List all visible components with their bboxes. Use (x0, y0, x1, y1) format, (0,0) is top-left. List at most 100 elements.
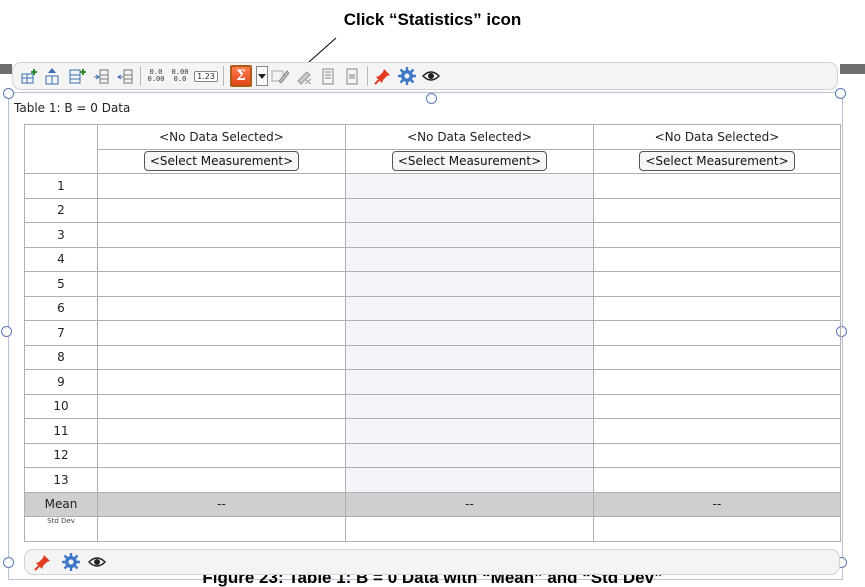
corner-cell (24, 124, 98, 174)
align-middle-icon[interactable] (342, 66, 362, 86)
decrease-decimal-icon[interactable]: 0.00 0.0 (170, 66, 190, 86)
data-cell[interactable] (593, 320, 841, 346)
data-cell[interactable] (593, 369, 841, 395)
data-cell[interactable] (97, 271, 346, 297)
resize-handle-left[interactable] (1, 326, 12, 337)
insert-column-after-icon[interactable] (115, 66, 135, 86)
data-cell[interactable] (345, 271, 594, 297)
data-cell[interactable] (345, 369, 594, 395)
data-cell[interactable] (345, 222, 594, 248)
data-cell[interactable] (97, 197, 346, 223)
clear-icon[interactable] (294, 66, 314, 86)
align-top-icon[interactable] (318, 66, 338, 86)
add-column-icon[interactable] (67, 66, 87, 86)
callout-text: Click “Statistics” icon (343, 10, 522, 29)
settings-icon[interactable] (61, 552, 81, 572)
insert-column-before-icon[interactable] (91, 66, 111, 86)
data-cell[interactable] (593, 344, 841, 370)
mean-row: Mean -- -- -- (24, 491, 841, 517)
data-cell[interactable] (97, 344, 346, 370)
select-measurement-button[interactable]: <Select Measurement> (639, 151, 795, 172)
stddev-value[interactable] (97, 516, 346, 542)
row-number: 5 (24, 271, 98, 297)
pin-icon[interactable] (373, 66, 393, 86)
data-cell[interactable] (97, 369, 346, 395)
row-number: 3 (24, 222, 98, 248)
table-row: 3 (24, 222, 841, 248)
mean-value: -- (593, 491, 841, 517)
column-header: <No Data Selected> (345, 124, 594, 150)
data-cell[interactable] (345, 442, 594, 468)
data-cell[interactable] (97, 295, 346, 321)
data-cell[interactable] (593, 467, 841, 493)
data-cell[interactable] (345, 344, 594, 370)
data-cell[interactable] (97, 418, 346, 444)
table-toolbar: 0.0 0.00 0.00 0.0 1.23 Σ (12, 62, 838, 90)
resize-handle-top[interactable] (426, 93, 437, 104)
resize-handle-bottom-left[interactable] (3, 557, 14, 568)
resize-handle-top-left[interactable] (3, 88, 14, 99)
pin-icon[interactable] (33, 552, 53, 572)
visibility-icon[interactable] (421, 66, 441, 86)
data-cell[interactable] (593, 393, 841, 419)
edit-icon[interactable] (270, 66, 290, 86)
data-cell[interactable] (593, 295, 841, 321)
data-cell[interactable] (345, 295, 594, 321)
data-cell[interactable] (345, 320, 594, 346)
data-cell[interactable] (97, 442, 346, 468)
table-row: 5 (24, 271, 841, 297)
select-measurement-button[interactable]: <Select Measurement> (391, 151, 548, 172)
table-title: Table 1: B = 0 Data (14, 101, 131, 115)
data-cell[interactable] (593, 197, 841, 223)
data-cell[interactable] (345, 393, 594, 419)
select-measurement-cell: <Select Measurement> (97, 148, 346, 174)
data-cell[interactable] (345, 467, 594, 493)
data-cell[interactable] (593, 246, 841, 272)
statistics-dropdown-icon[interactable] (256, 66, 268, 86)
stddev-value[interactable] (593, 516, 841, 542)
row-number: 10 (24, 393, 98, 419)
data-cell[interactable] (345, 197, 594, 223)
data-cell[interactable] (97, 246, 346, 272)
data-cell[interactable] (593, 173, 841, 199)
number-format-icon[interactable]: 1.23 (194, 66, 218, 86)
statistics-icon[interactable]: Σ (229, 65, 253, 87)
resize-handle-top-right[interactable] (835, 88, 846, 99)
data-cell[interactable] (345, 246, 594, 272)
add-row-icon[interactable] (19, 66, 39, 86)
row-number: 4 (24, 246, 98, 272)
data-rows: 1 2 3 4 5 6 7 8 9 10 11 12 13 (24, 173, 841, 493)
data-cell[interactable] (593, 271, 841, 297)
data-cell[interactable] (593, 222, 841, 248)
table-row: 10 (24, 393, 841, 419)
data-cell[interactable] (97, 467, 346, 493)
select-measurement-button[interactable]: <Select Measurement> (143, 151, 300, 172)
stddev-label: Std Dev (24, 516, 98, 542)
figure-caption: Figure 23: Table 1: B = 0 Data with “Mea… (0, 575, 865, 587)
data-cell[interactable] (97, 393, 346, 419)
stddev-value[interactable] (345, 516, 594, 542)
column-header: <No Data Selected> (97, 124, 346, 150)
data-cell[interactable] (97, 173, 346, 199)
row-number: 6 (24, 295, 98, 321)
data-cell[interactable] (345, 173, 594, 199)
table-row: 8 (24, 344, 841, 370)
stddev-row: Std Dev (24, 516, 841, 542)
row-number: 11 (24, 418, 98, 444)
data-cell[interactable] (593, 418, 841, 444)
column-header: <No Data Selected> (593, 124, 841, 150)
data-cell[interactable] (345, 418, 594, 444)
data-cell[interactable] (97, 222, 346, 248)
toolbar-separator (140, 66, 141, 86)
mean-value: -- (97, 491, 346, 517)
settings-icon[interactable] (397, 66, 417, 86)
data-cell[interactable] (593, 442, 841, 468)
data-cell[interactable] (97, 320, 346, 346)
window-edge-right (840, 64, 865, 74)
insert-row-icon[interactable] (43, 66, 63, 86)
row-number: 9 (24, 369, 98, 395)
row-number: 1 (24, 173, 98, 199)
visibility-icon[interactable] (87, 552, 107, 572)
table-row: 9 (24, 369, 841, 395)
increase-decimal-icon[interactable]: 0.0 0.00 (146, 66, 166, 86)
